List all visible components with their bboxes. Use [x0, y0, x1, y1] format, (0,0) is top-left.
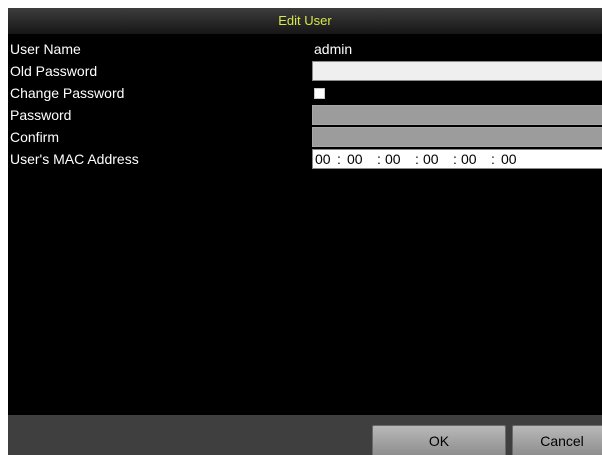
mac-octet-1[interactable]: 00 [315, 150, 331, 168]
password-label: Password [10, 107, 72, 123]
dialog-footer: OK Cancel [8, 415, 602, 455]
change-password-label: Change Password [10, 85, 125, 101]
change-password-checkbox[interactable] [314, 88, 325, 99]
user-name-row: User Name admin [8, 38, 602, 60]
confirm-label: Confirm [10, 129, 60, 145]
mac-octet-5[interactable]: 00 [461, 150, 477, 168]
mac-separator: : [337, 151, 341, 167]
password-field[interactable] [312, 105, 602, 125]
old-password-field[interactable] [312, 61, 602, 81]
mac-address-label: User's MAC Address [10, 151, 139, 167]
mac-separator: : [377, 151, 381, 167]
confirm-row: Confirm [8, 126, 602, 148]
user-name-label: User Name [10, 41, 81, 57]
form-area: User Name admin Old Password Change Pass… [8, 34, 602, 415]
edit-user-dialog: Edit User User Name admin Old Password C… [8, 8, 602, 455]
mac-octet-4[interactable]: 00 [423, 150, 439, 168]
mac-octet-3[interactable]: 00 [385, 150, 401, 168]
mac-separator: : [415, 151, 419, 167]
old-password-label: Old Password [10, 63, 98, 79]
password-row: Password [8, 104, 602, 126]
mac-separator: : [453, 151, 457, 167]
change-password-row: Change Password [8, 82, 602, 104]
old-password-row: Old Password [8, 60, 602, 82]
dialog-title: Edit User [8, 8, 602, 34]
mac-separator: : [491, 151, 495, 167]
user-name-value: admin [314, 41, 353, 57]
mac-address-field[interactable]: 00 : 00 : 00 : 00 : 00 : 00 [312, 149, 602, 169]
mac-octet-6[interactable]: 00 [501, 150, 517, 168]
mac-address-row: User's MAC Address 00 : 00 : 00 : 00 : 0… [8, 148, 602, 170]
ok-button[interactable]: OK [372, 425, 506, 455]
confirm-field[interactable] [312, 127, 602, 147]
mac-octet-2[interactable]: 00 [347, 150, 363, 168]
cancel-button[interactable]: Cancel [512, 425, 602, 455]
